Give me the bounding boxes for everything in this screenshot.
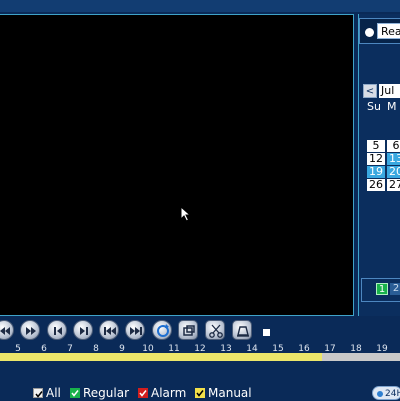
fullscreen-button[interactable]	[178, 320, 198, 340]
step-icon	[80, 327, 88, 335]
slow-play-button[interactable]	[47, 320, 67, 340]
prev-segment-icon	[104, 327, 116, 335]
calendar-day[interactable]: 27	[387, 179, 400, 191]
record-type-legend: All Regular Alarm Manual	[0, 386, 400, 400]
next-segment-button[interactable]	[125, 320, 145, 340]
weekday-label: Su	[367, 100, 381, 113]
channel-selector: 1 2	[361, 278, 400, 302]
check-icon	[196, 390, 204, 397]
save-icon	[237, 326, 249, 337]
calendar-day[interactable]: 6	[387, 140, 400, 152]
calendar-day-recorded[interactable]: 20	[387, 166, 400, 178]
regular-checkbox[interactable]	[70, 388, 80, 398]
playback-mode-selector[interactable]: Rea	[359, 18, 400, 44]
rewind-icon	[0, 327, 10, 335]
mode-label: Rea	[377, 23, 400, 39]
rewind-button[interactable]	[0, 320, 14, 340]
timeline-zoom-button[interactable]: 24H	[372, 386, 400, 400]
calendar-day[interactable]: 26	[367, 179, 385, 191]
channel-2-button[interactable]: 2	[390, 283, 400, 295]
step-button[interactable]	[73, 320, 93, 340]
timeline-empty-segment[interactable]	[322, 353, 400, 361]
alarm-label: Alarm	[151, 386, 187, 400]
all-label: All	[46, 386, 61, 400]
zoom-label: 24H	[385, 389, 400, 399]
repeat-icon	[157, 324, 169, 337]
calendar-day-recorded[interactable]: 19	[367, 166, 385, 178]
alarm-checkbox[interactable]	[138, 388, 148, 398]
mouse-cursor-icon	[180, 206, 192, 222]
stop-icon[interactable]	[263, 329, 270, 336]
next-segment-icon	[130, 327, 142, 335]
channel-1-button[interactable]: 1	[376, 283, 388, 295]
check-icon	[139, 390, 147, 397]
weekday-label: M	[387, 100, 397, 113]
month-select[interactable]: Jul	[379, 84, 400, 98]
mode-radio[interactable]	[365, 28, 374, 37]
top-strip	[0, 0, 400, 12]
manual-label: Manual	[208, 386, 252, 400]
scissors-icon	[209, 324, 223, 338]
regular-label: Regular	[83, 386, 130, 400]
all-checkbox[interactable]	[33, 388, 43, 398]
timeline-recorded-segment[interactable]	[0, 353, 322, 361]
clip-button[interactable]	[205, 320, 225, 340]
playback-controls	[0, 318, 400, 342]
radio-dot-icon	[377, 391, 383, 397]
slow-icon	[54, 327, 62, 335]
manual-checkbox[interactable]	[195, 388, 205, 398]
check-icon	[35, 391, 43, 398]
calendar-day[interactable]: 5	[367, 140, 385, 152]
check-icon	[71, 390, 79, 397]
repeat-button[interactable]	[152, 320, 172, 340]
previous-segment-button[interactable]	[99, 320, 119, 340]
previous-month-button[interactable]: <	[363, 84, 377, 98]
calendar-day-recorded[interactable]: 13	[387, 153, 400, 165]
search-panel: Rea < Jul Su M 5 6 12 13 19 20 26 27 1 2	[358, 14, 400, 316]
video-playback-window[interactable]	[0, 14, 354, 316]
calendar-day[interactable]: 12	[367, 153, 385, 165]
fast-forward-button[interactable]	[20, 320, 40, 340]
fullscreen-icon	[183, 325, 195, 336]
save-clip-button[interactable]	[232, 320, 252, 340]
fast-forward-icon	[26, 327, 36, 335]
